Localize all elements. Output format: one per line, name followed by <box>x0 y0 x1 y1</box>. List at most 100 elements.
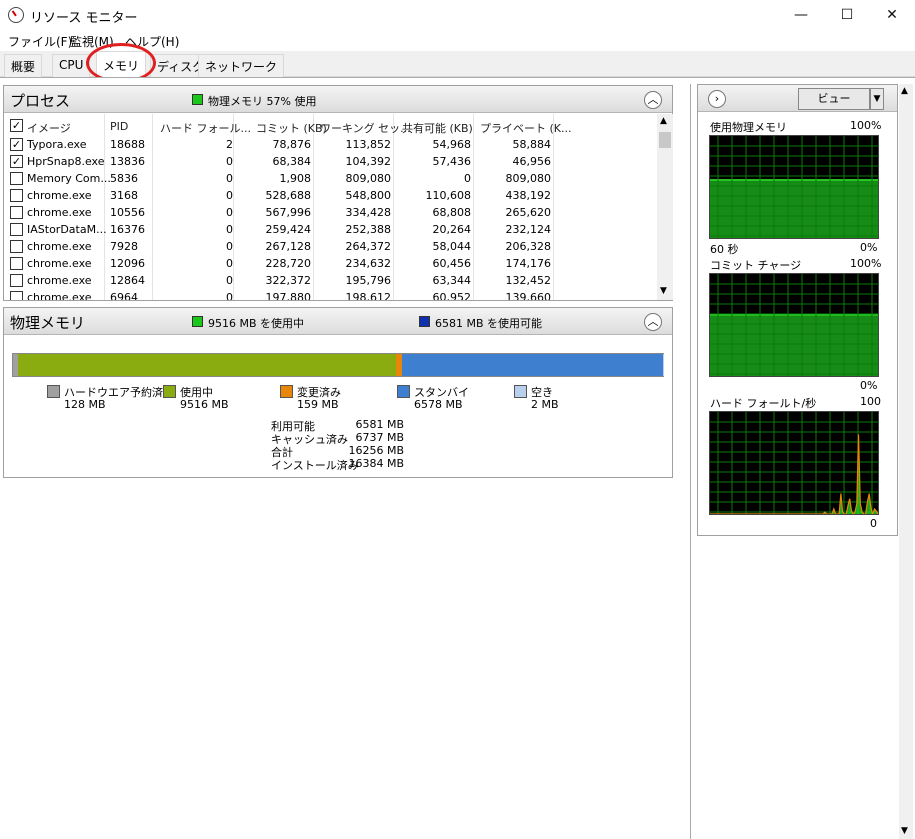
scroll-up-icon[interactable]: ▲ <box>660 116 667 126</box>
table-row[interactable]: IAStorDataM... 16376 0 259,424 252,388 20,264… <box>4 221 656 238</box>
memory-bar <box>12 353 664 377</box>
stat-cached-value: 6737 MB <box>355 431 404 444</box>
row-checkbox[interactable] <box>10 274 23 287</box>
cell-pid: 13836 <box>110 155 145 168</box>
physical-graph-min: 0% <box>860 241 878 254</box>
cell-faults: 0 <box>226 257 233 270</box>
row-checkbox[interactable] <box>10 172 23 185</box>
table-row[interactable]: chrome.exe 12096 0 228,720 234,632 60,456 174,… <box>4 255 656 272</box>
table-row[interactable]: ✓ HprSnap8.exe 13836 0 68,384 104,392 57,436 46… <box>4 153 656 170</box>
in-use-legend-swatch <box>163 385 176 398</box>
close-button[interactable]: ✕ <box>869 0 915 31</box>
in-use-swatch <box>192 316 203 327</box>
table-row[interactable]: chrome.exe 12864 0 322,372 195,796 63,344 132,… <box>4 272 656 289</box>
row-checkbox[interactable] <box>10 206 23 219</box>
cell-shareable: 63,344 <box>432 274 472 287</box>
process-header[interactable]: プロセス 物理メモリ 57% 使用 ︿ <box>4 86 672 113</box>
cell-image: Typora.exe <box>27 138 87 151</box>
reserved-swatch <box>47 385 60 398</box>
table-row[interactable]: chrome.exe 3168 0 528,688 548,800 110,608 438,… <box>4 187 656 204</box>
process-section: プロセス 物理メモリ 57% 使用 ︿ ✓ イメージ PID ハード フォール.… <box>3 85 673 301</box>
cell-image: chrome.exe <box>27 257 92 270</box>
free-value: 2 MB <box>531 398 559 411</box>
cell-commit: 78,876 <box>272 138 312 151</box>
cell-image: chrome.exe <box>27 240 92 253</box>
in-use-value: 9516 MB <box>180 398 229 411</box>
cell-faults: 0 <box>226 189 233 202</box>
cell-shareable: 58,044 <box>432 240 472 253</box>
cell-working: 104,392 <box>345 155 392 168</box>
table-row[interactable]: chrome.exe 10556 0 567,996 334,428 68,808 265,… <box>4 204 656 221</box>
physical-memory-header[interactable]: 物理メモリ 9516 MB を使用中 6581 MB を使用可能 ︿ <box>4 308 672 335</box>
cell-private: 58,884 <box>512 138 552 151</box>
process-title: プロセス <box>10 92 71 110</box>
cell-shareable: 20,264 <box>432 223 472 236</box>
view-dropdown-icon[interactable]: ▼ <box>870 88 884 110</box>
physical-memory-collapse-button[interactable]: ︿ <box>644 313 662 331</box>
cell-pid: 3168 <box>110 189 138 202</box>
header-private[interactable]: プライベート (K... <box>480 120 572 136</box>
cell-commit: 228,720 <box>265 257 312 270</box>
cell-pid: 6964 <box>110 291 138 300</box>
cell-private: 265,620 <box>505 206 552 219</box>
cell-commit: 68,384 <box>272 155 312 168</box>
right-scroll-up-icon[interactable]: ▲ <box>901 86 908 96</box>
tab-cpu[interactable]: CPU <box>52 54 91 77</box>
row-checkbox[interactable] <box>10 291 23 300</box>
hard-faults-graph-svg <box>710 412 879 516</box>
nav-arrow-button[interactable]: › <box>708 90 726 108</box>
row-checkbox[interactable] <box>10 189 23 202</box>
header-faults[interactable]: ハード フォール... <box>160 120 251 136</box>
scroll-thumb[interactable] <box>659 132 671 148</box>
menu-file[interactable]: ファイル(F) <box>8 33 72 50</box>
physical-graph-max: 100% <box>850 119 882 132</box>
process-scrollbar[interactable]: ▲ ▼ <box>657 114 673 300</box>
header-pid[interactable]: PID <box>110 120 128 133</box>
cell-working: 198,612 <box>345 291 392 300</box>
stat-available-value: 6581 MB <box>355 418 404 431</box>
cell-faults: 0 <box>226 240 233 253</box>
header-commit[interactable]: コミット (KB) <box>256 120 327 136</box>
row-checkbox[interactable] <box>10 223 23 236</box>
cell-working: 234,632 <box>345 257 392 270</box>
view-button[interactable]: ビュー <box>798 88 870 110</box>
table-header-row: ✓ イメージ PID ハード フォール... コミット (KB) ワーキング セ… <box>4 114 656 135</box>
table-row[interactable]: chrome.exe 7928 0 267,128 264,372 58,044 206,3… <box>4 238 656 255</box>
cell-commit: 528,688 <box>265 189 312 202</box>
cell-image: chrome.exe <box>27 274 92 287</box>
table-row[interactable]: ✓ Typora.exe 18688 2 78,876 113,852 54,968 58,8… <box>4 136 656 153</box>
row-checkbox[interactable]: ✓ <box>10 155 23 168</box>
tab-overview[interactable]: 概要 <box>4 54 43 77</box>
cell-image: IAStorDataM... <box>27 223 107 236</box>
modified-value: 159 MB <box>297 398 339 411</box>
row-checkbox[interactable] <box>10 257 23 270</box>
cell-commit: 267,128 <box>265 240 312 253</box>
faults-graph-max: 100 <box>860 395 881 408</box>
cell-private: 139,660 <box>505 291 552 300</box>
available-note: 6581 MB を使用可能 <box>435 317 543 330</box>
process-collapse-button[interactable]: ︿ <box>644 91 662 109</box>
cell-commit: 197,880 <box>265 291 312 300</box>
cell-pid: 12096 <box>110 257 145 270</box>
header-shareable[interactable]: 共有可能 (KB) <box>402 120 473 136</box>
right-scrollbar[interactable]: ▲ ▼ <box>899 84 913 839</box>
table-row[interactable]: Memory Com... 5836 0 1,908 809,080 0 809,080 <box>4 170 656 187</box>
row-checkbox[interactable]: ✓ <box>10 138 23 151</box>
physical-graph-title: 使用物理メモリ <box>710 121 787 134</box>
resource-monitor-icon <box>8 7 24 23</box>
header-image[interactable]: イメージ <box>27 120 71 136</box>
right-scroll-down-icon[interactable]: ▼ <box>901 826 908 836</box>
scroll-down-icon[interactable]: ▼ <box>660 286 667 296</box>
row-checkbox[interactable] <box>10 240 23 253</box>
maximize-button[interactable]: ☐ <box>824 0 870 31</box>
memory-bar-segment-in-use <box>18 354 396 376</box>
free-swatch <box>514 385 527 398</box>
table-row[interactable]: chrome.exe 6964 0 197,880 198,612 60,952 139,6… <box>4 289 656 300</box>
tab-network[interactable]: ネットワーク <box>198 54 285 77</box>
cell-commit: 259,424 <box>265 223 312 236</box>
select-all-checkbox[interactable]: ✓ <box>10 119 23 132</box>
header-working[interactable]: ワーキング セッ... <box>320 120 411 136</box>
cell-commit: 322,372 <box>265 274 312 287</box>
minimize-button[interactable]: — <box>778 0 824 31</box>
commit-charge-graph-svg <box>710 274 878 376</box>
